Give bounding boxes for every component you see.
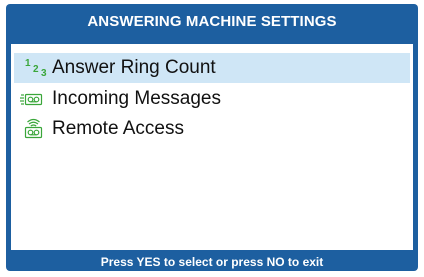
ring-count-digit-3: 3 — [41, 68, 47, 79]
menu-item-label: Answer Ring Count — [52, 57, 216, 78]
menu-item-answer-ring-count[interactable]: 1 2 3 Answer Ring Count — [14, 53, 410, 83]
menu-panel: 1 2 3 Answer Ring Count Incoming Message… — [11, 44, 413, 250]
remote-access-icon — [14, 114, 52, 144]
incoming-messages-icon — [14, 84, 52, 114]
menu-item-label: Remote Access — [52, 118, 184, 139]
screen-title: ANSWERING MACHINE SETTINGS — [87, 12, 337, 30]
ring-count-digit-1: 1 — [25, 58, 31, 69]
menu-item-remote-access[interactable]: Remote Access — [14, 114, 410, 144]
ring-count-icon: 1 2 3 — [14, 53, 52, 83]
footer-instruction: Press YES to select or press NO to exit — [100, 254, 324, 269]
menu-item-label: Incoming Messages — [52, 88, 221, 109]
menu-item-incoming-messages[interactable]: Incoming Messages — [14, 84, 410, 114]
ring-count-digit-2: 2 — [33, 64, 39, 75]
answering-machine-settings-screen: ANSWERING MACHINE SETTINGS 1 2 3 Answer … — [6, 4, 418, 271]
